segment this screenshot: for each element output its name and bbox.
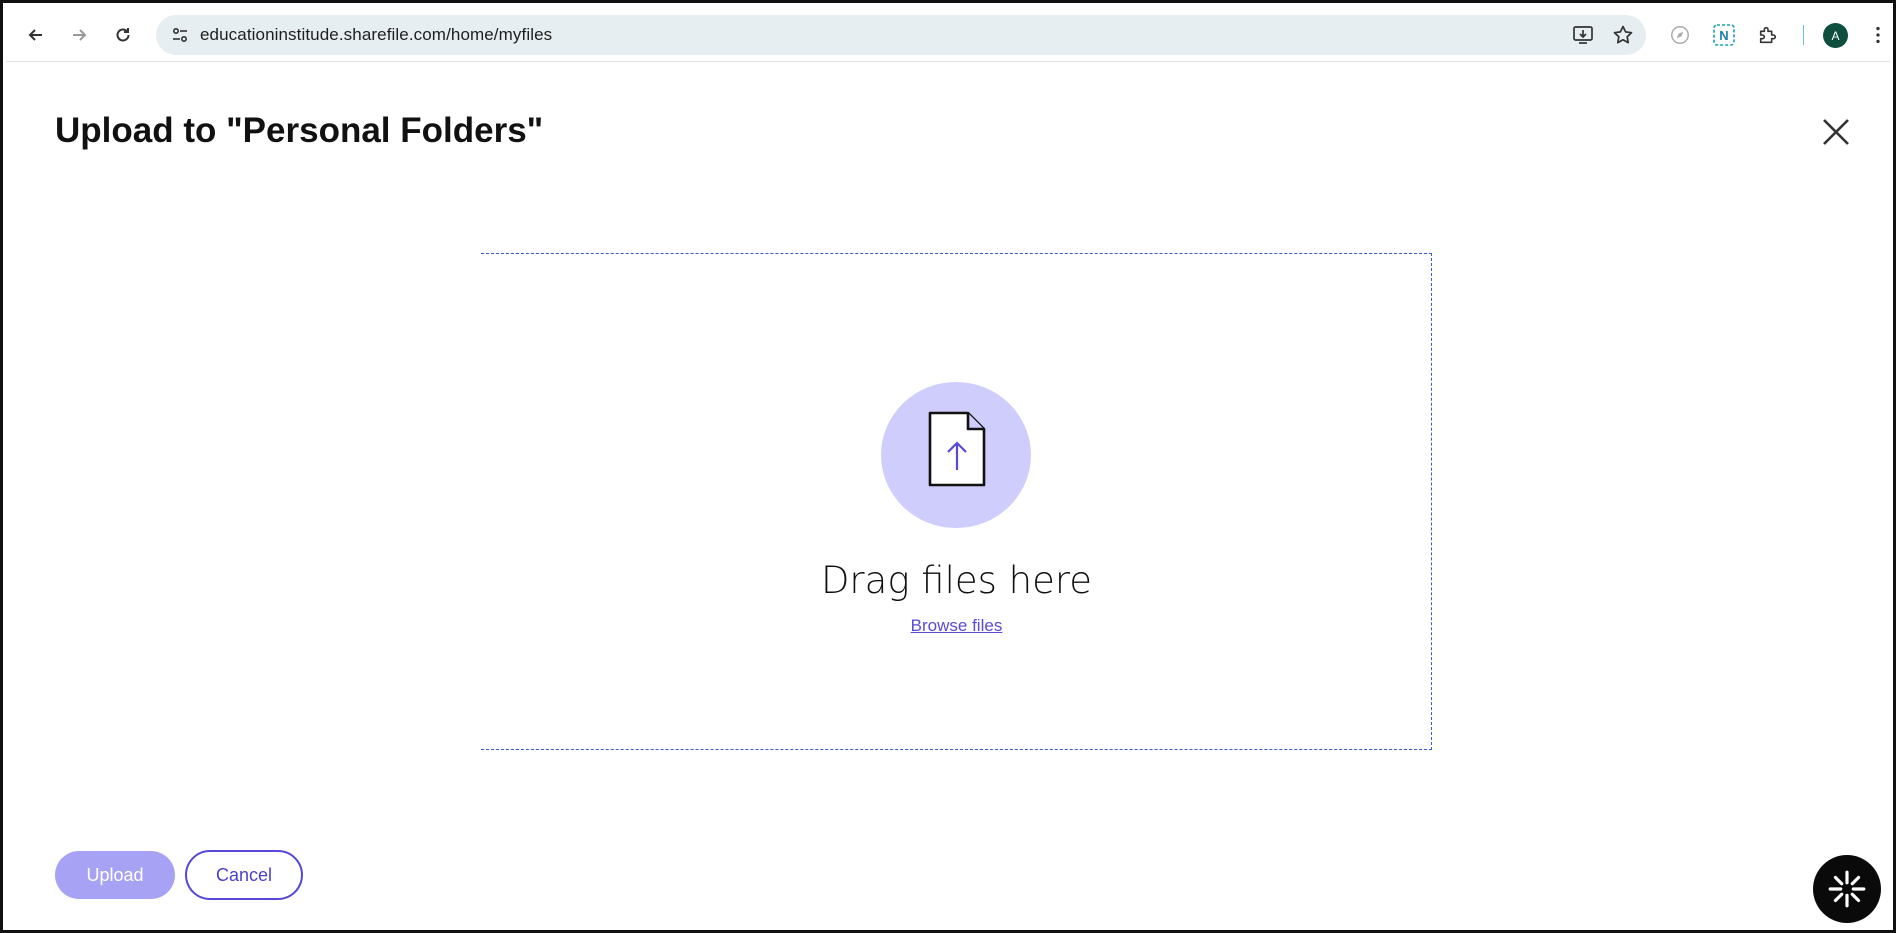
address-bar[interactable]: educationinstitude.sharefile.com/home/my… xyxy=(156,15,1646,55)
assistant-launcher-icon[interactable] xyxy=(1813,855,1881,923)
url-text[interactable]: educationinstitude.sharefile.com/home/my… xyxy=(200,25,552,45)
file-upload-icon xyxy=(881,382,1031,528)
toolbar-divider xyxy=(1803,25,1804,45)
drag-files-text: Drag files here xyxy=(820,559,1093,602)
browse-files-link[interactable]: Browse files xyxy=(481,616,1432,636)
back-icon[interactable] xyxy=(21,20,51,50)
file-dropzone[interactable]: Drag files here Browse files xyxy=(481,253,1432,750)
dialog-title: Upload to "Personal Folders" xyxy=(55,111,544,150)
n-extension-icon[interactable]: N xyxy=(1712,23,1736,47)
reload-icon[interactable] xyxy=(108,20,138,50)
avatar[interactable]: A xyxy=(1823,23,1848,48)
bookmark-star-icon[interactable] xyxy=(1612,24,1634,46)
cancel-button[interactable]: Cancel xyxy=(185,850,303,900)
app-frame: educationinstitude.sharefile.com/home/my… xyxy=(0,0,1896,933)
svg-text:N: N xyxy=(1719,28,1728,43)
forward-icon[interactable] xyxy=(64,20,94,50)
site-info-icon[interactable] xyxy=(170,25,190,45)
browse-files-label[interactable]: Browse files xyxy=(911,616,1003,635)
kebab-menu-icon[interactable] xyxy=(1866,23,1890,47)
extensions-puzzle-icon[interactable] xyxy=(1756,23,1780,47)
install-app-icon[interactable] xyxy=(1572,24,1594,46)
compass-extension-icon[interactable] xyxy=(1668,23,1692,47)
browser-toolbar: educationinstitude.sharefile.com/home/my… xyxy=(6,6,1890,62)
close-icon[interactable] xyxy=(1819,115,1853,149)
upload-button[interactable]: Upload xyxy=(55,851,175,899)
